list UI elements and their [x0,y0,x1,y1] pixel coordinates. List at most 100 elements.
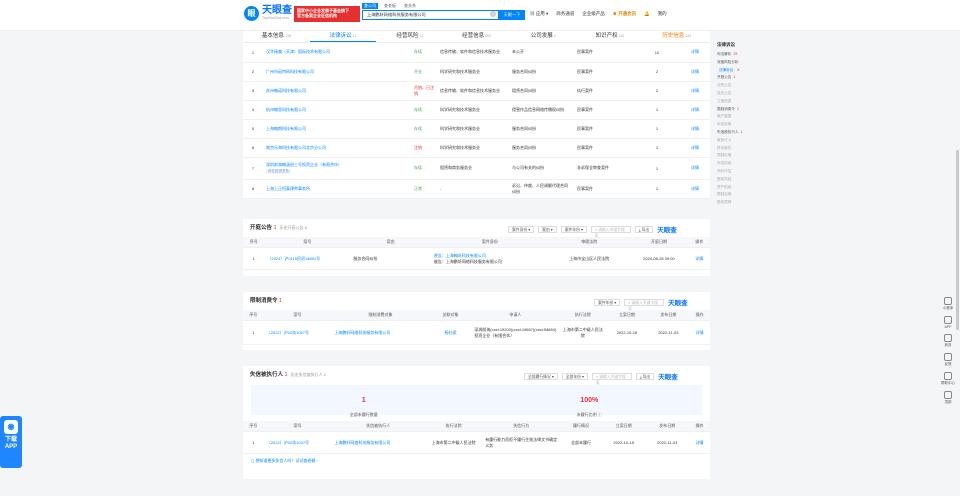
company-cell: 广州市因特网科技有限公司 [263,62,411,82]
page-scrollbar[interactable] [956,150,959,330]
tab-history[interactable]: 历史信息144 [643,31,710,42]
side-nav-item[interactable]: 司法拍卖 [717,160,757,168]
detail-link[interactable]: 详情 [689,320,710,345]
search-button[interactable]: 天眼一下 [499,10,525,20]
search-input[interactable]: 上海鹏轩网络科技服务有限公司 [362,10,499,20]
right-bar-item[interactable]: APP [938,316,958,329]
tab-ip[interactable]: 知识产权110 [577,31,644,42]
nav-business[interactable]: 商务通道 [556,11,574,17]
company-link[interactable]: 杭州翰思科技有限公司 [266,107,306,112]
nav-vip[interactable]: ♛ 开通会员 [613,11,636,17]
detail-link[interactable]: 详情 [680,81,710,101]
tab-risk[interactable]: 经营风险11 [376,31,443,42]
filter-restriction-year[interactable]: 案件年份 ▾ [594,298,621,306]
info-icon[interactable]: ⓘ [598,412,602,417]
side-nav-item[interactable]: 限制出境 [717,191,757,199]
right-bar-item[interactable]: 小程序 [938,297,958,311]
side-nav-item[interactable]: 资产拍卖 [717,184,757,192]
nav-enterprise[interactable]: 企业级产品 [582,11,605,17]
court-notice-history[interactable]: 历史开庭公告 8 [280,225,307,230]
tab-legal[interactable]: 法律诉讼12 [309,31,377,42]
side-nav-item[interactable]: 限制出境 [717,152,757,160]
company-link[interactable]: 深圳前海翰涵创三号投资企业（有限合伙） [266,162,342,167]
court-notice-search[interactable]: ⌕ 请输入关键字搜索 [590,225,631,238]
right-bar-item[interactable]: 反馈 [938,353,958,367]
side-nav-item[interactable]: 股权质押 [717,199,757,207]
detail-link[interactable]: 详情 [680,100,710,120]
side-nav-item[interactable]: 限制消费令 1 [717,106,757,114]
related-person-link[interactable]: 杨杜斌 [429,320,472,345]
side-nav-item[interactable]: 破产重整 [717,113,757,121]
right-bar-item[interactable]: 顶部 [938,391,958,405]
case-type-cell: 执行案件 [574,81,634,101]
side-nav-item[interactable]: 立案信息 [717,98,757,106]
detail-link[interactable]: 详情 [680,119,710,139]
nav-apps[interactable]: ▦ 应用 ▾ [530,11,548,17]
dishonest-summary: 1 全部未履行数量 100% 未履行比例 ⓘ [251,385,702,417]
case-reason-cell: 服务合同纠纷 [509,62,574,82]
find-more-dishonest-link[interactable]: ◻ 想知道更多失信人吗？试试查老赖 › [243,454,710,468]
detail-link[interactable]: 详情 [689,431,710,454]
tab-basic-info[interactable]: 基本信息138 [243,31,310,42]
filter-dishonest-year[interactable]: 全部年份 ▾ [561,372,588,380]
filter-case-reason[interactable]: 案由 ▾ [538,225,557,233]
dishonest-name-link[interactable]: 上海鹏轩网络科技服务有限公司 [331,431,425,454]
company-link[interactable]: 上海翰朗科技有限公司 [266,126,306,131]
export-button[interactable]: ⤓ 导出 [634,225,654,233]
side-nav-item[interactable]: 法律诉讼 8 [717,66,757,75]
right-bar-item[interactable]: 帮助中心 [938,372,958,386]
clear-search-icon[interactable]: × [490,11,496,17]
side-nav-item[interactable]: 司法解析 25 [717,51,757,59]
right-bar-label: 商务 [944,343,952,347]
dishonest-history[interactable]: 历史失信被执行人 2 [291,372,326,377]
company-link[interactable]: 苏州翰诺科技有限公司 [266,88,306,93]
side-nav-item[interactable]: 送达公告 [717,90,757,98]
side-nav-item[interactable]: 询价评估 [717,168,757,176]
case-number-link[interactable]: （2022）沪02执1047号 [263,320,332,345]
side-nav-item[interactable]: 法院公告 [717,82,757,90]
tab-development[interactable]: 公司发展4 [510,31,577,42]
row-index: 3 [243,81,263,101]
restriction-search[interactable]: ⌕ 请输入关键字搜索 [624,298,665,311]
tab-operations[interactable]: 经营信息893 [443,31,510,42]
nav-my[interactable]: 我的 [658,11,667,17]
detail-link[interactable]: 详情 [680,62,710,82]
side-nav-item[interactable]: 终本案件 [717,145,757,153]
notification-icon[interactable]: 🔔 [644,11,650,17]
search-tab-boss[interactable]: 查老板 [382,3,398,9]
side-nav-label: 深度风险分析 [717,59,739,64]
detail-link[interactable]: 详情 [680,138,710,158]
side-nav-item[interactable]: 深度风险分析 [717,59,757,67]
case-number-link[interactable]: （2024）沪0115民初14891号 [264,247,351,270]
case-reason-cell: 租赁合同纠纷 [509,81,574,101]
company-link[interactable]: 广州市因特网科技有限公司 [266,69,314,74]
side-nav-item[interactable]: 失信被执行人 1 [717,129,757,137]
company-link[interactable]: 汉华瑞美（天津）国际技术有限公司 [266,49,330,54]
export-button[interactable]: ⤓ 导出 [635,372,655,380]
promo-banner[interactable]: 国家中小企业发展子基金旗下 官方备案企业征信机构 [294,6,360,22]
restriction-table: 序号 案号 限制消费对象 关联对象 申请人 执行法院 立案日期 发布日期 操作 1 （2022）沪… [243,310,710,350]
filter-fulfillment[interactable]: 全部履行情况 ▾ [524,372,558,380]
search-tab-company[interactable]: 查公司 [362,3,378,9]
right-bar-item[interactable]: 商务 [938,334,958,348]
detail-link[interactable]: 详情 [680,157,710,180]
company-link[interactable]: 南京乐海科技有限公司北京分公司 [266,145,326,150]
detail-link[interactable]: 详情 [688,247,710,270]
company-link[interactable]: 上海上正恒泰律师事务所 [266,186,310,191]
site-logo[interactable]: 眼 天眼查 TianYanCha.com [244,6,292,21]
dishonest-search[interactable]: ⌕ 请输入关键字搜索 [591,372,632,385]
row-index: 1 [243,431,264,454]
detail-link[interactable]: 详情 [680,43,710,63]
detail-link[interactable]: 详情 [680,179,710,199]
restriction-target-link[interactable]: 上海鹏轩网络科技服务有限公司 [331,320,430,345]
filter-case-role[interactable]: 案件身份 ▾ [508,225,535,233]
side-nav-item[interactable]: 开庭公告 1 [717,74,757,82]
side-nav-item[interactable]: 司法协助 [717,121,757,129]
case-number-link[interactable]: （2022）沪02执1047号 [263,431,332,454]
search-tab-relation[interactable]: 查关系 [402,3,418,9]
column-header: 开庭日期 [629,237,689,248]
download-app-float[interactable]: ◉ 下载 APP [0,416,22,468]
side-nav-item[interactable]: 股权冻结 [717,176,757,184]
side-nav-item[interactable]: 被执行人 [717,137,757,145]
filter-case-year[interactable]: 案件年份 ▾ [560,225,587,233]
